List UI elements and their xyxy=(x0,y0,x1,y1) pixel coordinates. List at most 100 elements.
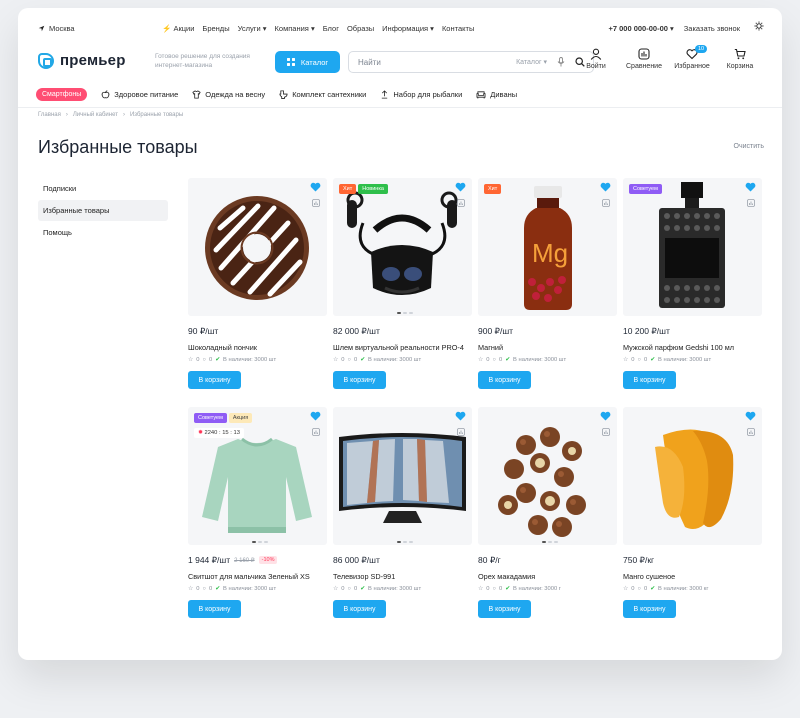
callback-link[interactable]: Заказать звонок xyxy=(684,24,740,33)
favorite-heart-icon[interactable] xyxy=(745,411,756,421)
image-pager[interactable] xyxy=(252,541,268,543)
compare-icon[interactable] xyxy=(312,428,320,436)
category-smartphones[interactable]: Смартфоны xyxy=(36,87,88,101)
rating-value: 0 xyxy=(631,357,635,363)
nav-looks[interactable]: Образы xyxy=(347,24,374,33)
grid-icon xyxy=(286,58,295,66)
compare-icon[interactable] xyxy=(747,199,755,207)
compare-icon[interactable] xyxy=(312,199,320,207)
product-price: 82 000 ₽/шт xyxy=(333,326,472,336)
compare-icon[interactable] xyxy=(602,428,610,436)
add-to-cart-button[interactable]: В корзину xyxy=(478,371,531,389)
add-to-cart-button[interactable]: В корзину xyxy=(623,600,676,618)
logo[interactable]: премьер xyxy=(38,52,126,69)
nav-contacts[interactable]: Контакты xyxy=(442,24,474,33)
login-button[interactable]: Войти xyxy=(572,48,620,70)
favorite-heart-icon[interactable] xyxy=(745,182,756,192)
product-image-perfume[interactable]: Советуем xyxy=(623,178,762,316)
favorites-label: Избранное xyxy=(674,63,710,70)
product-image-donut[interactable] xyxy=(188,178,327,316)
nav-brands[interactable]: Бренды xyxy=(202,24,229,33)
compare-icon[interactable] xyxy=(602,199,610,207)
stock-status: В наличии: 3000 шт xyxy=(658,357,712,363)
product-name[interactable]: Магний xyxy=(478,343,617,352)
favorite-heart-icon[interactable] xyxy=(455,411,466,421)
product-name[interactable]: Телевизор SD-991 xyxy=(333,572,472,581)
price-value: 1 944 ₽/шт xyxy=(188,554,231,565)
add-to-cart-button[interactable]: В корзину xyxy=(333,371,386,389)
nav-info[interactable]: Информация ▾ xyxy=(382,24,434,33)
compare-icon[interactable] xyxy=(457,199,465,207)
add-to-cart-button[interactable]: В корзину xyxy=(623,371,676,389)
breadcrumb-home[interactable]: Главная xyxy=(38,112,61,118)
favorites-button[interactable]: 10 Избранное xyxy=(668,45,716,70)
product-meta: ☆ 0 ○ 0 ✔ В наличии: 3000 шт xyxy=(188,356,327,364)
category-label: Одежда на весну xyxy=(205,89,266,99)
category-fishing[interactable]: Набор для рыбалки xyxy=(380,90,462,99)
product-name[interactable]: Шлем виртуальной реальности PRO-4 xyxy=(333,343,472,352)
catalog-button[interactable]: Каталог xyxy=(275,51,340,73)
nav-blog[interactable]: Блог xyxy=(323,24,339,33)
product-name[interactable]: Шоколадный пончик xyxy=(188,343,327,352)
favorite-heart-icon[interactable] xyxy=(600,411,611,421)
price-value: 90 ₽/шт xyxy=(188,325,219,336)
dried-mango-image xyxy=(655,429,734,529)
favorite-heart-icon[interactable] xyxy=(310,182,321,192)
product-name[interactable]: Мужской парфюм Gedshi 100 мл xyxy=(623,343,762,352)
phone-number[interactable]: +7 000 000-00-00 ▾ xyxy=(608,24,673,33)
top-bar: Москва ⚡ Акции Бренды Услуги ▾ Компания … xyxy=(38,20,764,36)
nav-services[interactable]: Услуги ▾ xyxy=(238,24,267,33)
favorite-heart-icon[interactable] xyxy=(600,182,611,192)
add-to-cart-button[interactable]: В корзину xyxy=(188,600,241,618)
sidebar-item-help[interactable]: Помощь xyxy=(38,222,168,243)
check-icon: ✔ xyxy=(505,357,511,363)
product-name[interactable]: Манго сушеное xyxy=(623,572,762,581)
category-sofas[interactable]: Диваны xyxy=(476,90,517,99)
star-icon: ☆ xyxy=(623,357,629,363)
product-image-sweatshirt[interactable]: Советуем Акция ✹ 2240 : 15 : 13 xyxy=(188,407,327,545)
product-image-vr[interactable]: Хит Новинка xyxy=(333,178,472,316)
theme-toggle-icon[interactable] xyxy=(754,21,764,31)
category-spring-clothes[interactable]: Одежда на весну xyxy=(192,90,265,99)
fire-icon: ✹ xyxy=(198,430,203,436)
product-image-magnesium[interactable]: Mg Хит xyxy=(478,178,617,316)
nav-promo[interactable]: ⚡ Акции xyxy=(162,24,194,33)
favorite-heart-icon[interactable] xyxy=(310,411,321,421)
image-pager[interactable] xyxy=(397,541,413,543)
image-pager[interactable] xyxy=(397,312,413,314)
category-plumbing[interactable]: Комплект сантехники xyxy=(279,90,366,99)
search-input[interactable]: Найти Каталог ▾ xyxy=(348,51,594,73)
compare-icon[interactable] xyxy=(457,428,465,436)
star-icon: ☆ xyxy=(188,586,194,592)
favorite-heart-icon[interactable] xyxy=(455,182,466,192)
add-to-cart-button[interactable]: В корзину xyxy=(478,600,531,618)
product-image-macadamia[interactable] xyxy=(478,407,617,545)
add-to-cart-button[interactable]: В корзину xyxy=(333,600,386,618)
sidebar-item-favorites[interactable]: Избранные товары xyxy=(38,200,168,221)
image-pager[interactable] xyxy=(542,541,558,543)
review-count: 0 xyxy=(643,357,648,363)
clear-favorites-button[interactable]: Очистить xyxy=(734,143,764,150)
cart-button[interactable]: Корзина xyxy=(716,48,764,70)
nav-company[interactable]: Компания ▾ xyxy=(275,24,315,33)
add-to-cart-button[interactable]: В корзину xyxy=(188,371,241,389)
microphone-icon[interactable] xyxy=(557,57,565,67)
product-image-mango[interactable] xyxy=(623,407,762,545)
sidebar-item-subscriptions[interactable]: Подписки xyxy=(38,178,168,199)
product-image-tv[interactable] xyxy=(333,407,472,545)
search-scope-select[interactable]: Каталог ▾ xyxy=(516,58,547,66)
hit-badge: Хит xyxy=(484,184,502,194)
chevron-down-icon: ▾ xyxy=(430,23,434,33)
toilet-icon xyxy=(279,89,288,99)
city-selector[interactable]: Москва xyxy=(38,24,75,33)
product-price: 80 ₽/г xyxy=(478,555,617,565)
product-name[interactable]: Орех макадамия xyxy=(478,572,617,581)
stock-status: В наличии: 3000 шт xyxy=(223,357,277,363)
stock-status: В наличии: 3000 шт xyxy=(513,357,567,363)
compare-icon[interactable] xyxy=(747,428,755,436)
category-healthy-food[interactable]: Здоровое питание xyxy=(101,90,178,99)
compare-button[interactable]: Сравнение xyxy=(620,48,668,70)
breadcrumb-account[interactable]: Личный кабинет xyxy=(73,112,118,118)
product-name[interactable]: Свитшот для мальчика Зеленый XS xyxy=(188,572,327,581)
review-count: 0 xyxy=(498,586,503,592)
